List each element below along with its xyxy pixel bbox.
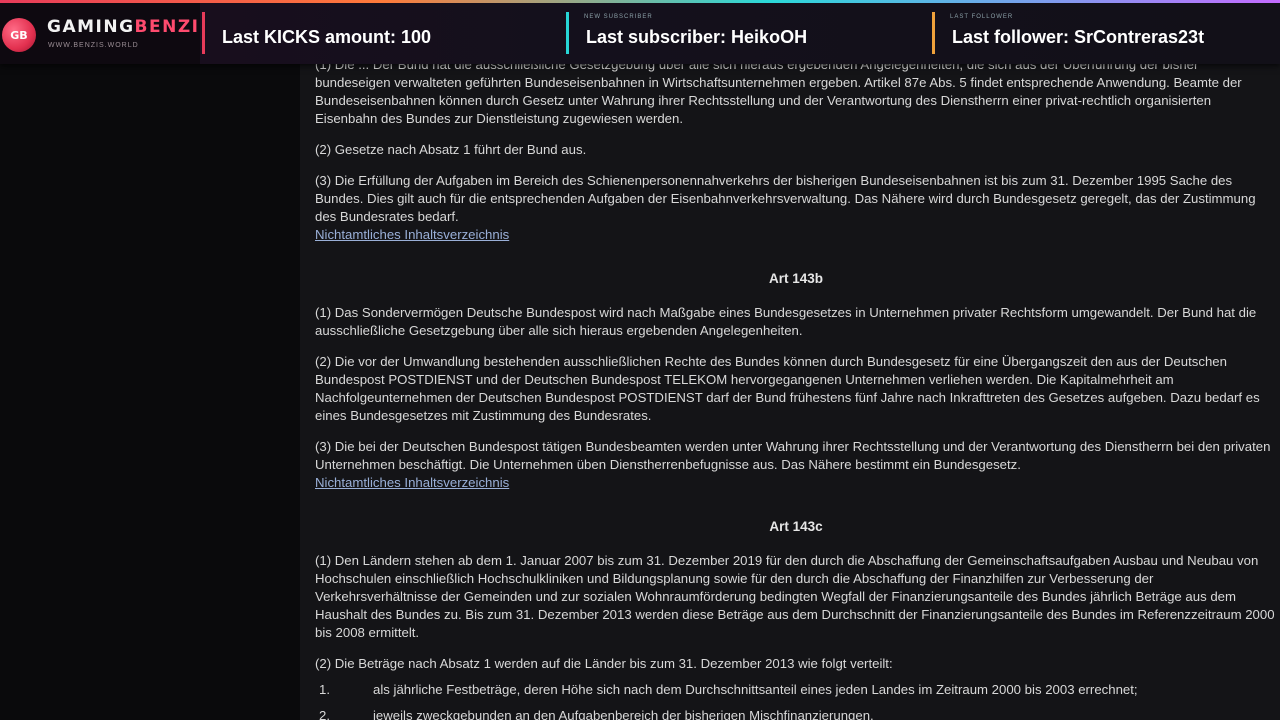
stat-separator (202, 12, 205, 54)
paragraph-143a-2: (2) Gesetze nach Absatz 1 führt der Bund… (315, 142, 587, 157)
stream-overlay-bar: GB GAMINGBENZI WWW.BENZIS.WORLD Last KIC… (0, 0, 1280, 64)
paragraph-143b-3: (3) Die bei der Deutschen Bundespost tät… (315, 439, 1271, 472)
brand-block: GB GAMINGBENZI WWW.BENZIS.WORLD (0, 3, 200, 64)
paragraph-143a-1: (1) Die ... Der Bund hat die ausschließl… (315, 57, 1242, 126)
stat-separator (566, 12, 569, 54)
stat-caption: LAST FOLLOWER (950, 14, 1014, 20)
article-heading-143b: Art 143b (768, 271, 824, 286)
stat-value: Last follower: SrContreras23t (952, 27, 1205, 47)
channel-name-part2: BENZI (134, 17, 200, 37)
channel-logo: GB (2, 18, 36, 52)
stat-last-follower: LAST FOLLOWER Last follower: SrContreras… (932, 3, 1280, 64)
channel-name-part1: GAMING (47, 17, 135, 37)
stat-value: Last KICKS amount: 100 (222, 27, 432, 47)
list-item-number: 2. (319, 708, 330, 720)
paragraph-143a-3: (3) Die Erfüllung der Aufgaben im Bereic… (315, 173, 1256, 224)
stat-value: Last subscriber: HeikoOH (586, 27, 808, 47)
toc-link[interactable]: Nichtamtliches Inhaltsverzeichnis (315, 474, 509, 492)
list-item-text: jeweils zweckgebunden an den Aufgabenber… (373, 708, 874, 720)
list-item-number: 1. (319, 682, 330, 697)
stat-caption: NEW SUBSCRIBER (584, 14, 653, 20)
paragraph-143b-1: (1) Das Sondervermögen Deutsche Bundespo… (315, 305, 1257, 338)
paragraph-143c-2: (2) Die Beträge nach Absatz 1 werden auf… (315, 656, 893, 671)
list-item: 2. jeweils zweckgebunden an den Aufgaben… (315, 707, 1277, 720)
article-heading-143c: Art 143c (769, 519, 823, 534)
stat-separator (932, 12, 935, 54)
stat-last-kicks: Last KICKS amount: 100 (202, 3, 562, 64)
list-item: 1. als jährliche Festbeträge, deren Höhe… (315, 681, 1277, 707)
channel-url: WWW.BENZIS.WORLD (48, 42, 139, 49)
stat-last-subscriber: NEW SUBSCRIBER Last subscriber: HeikoOH (566, 3, 926, 64)
toc-link[interactable]: Nichtamtliches Inhaltsverzeichnis (315, 226, 509, 244)
channel-name: GAMINGBENZI (47, 17, 200, 37)
law-document[interactable]: (1) Die ... Der Bund hat die ausschließl… (300, 56, 1280, 720)
paragraph-143b-2: (2) Die vor der Umwandlung bestehenden a… (315, 354, 1260, 423)
list-item-text: als jährliche Festbeträge, deren Höhe si… (373, 682, 1138, 697)
paragraph-143c-1: (1) Den Ländern stehen ab dem 1. Januar … (315, 553, 1275, 640)
left-empty-pane (0, 64, 300, 720)
